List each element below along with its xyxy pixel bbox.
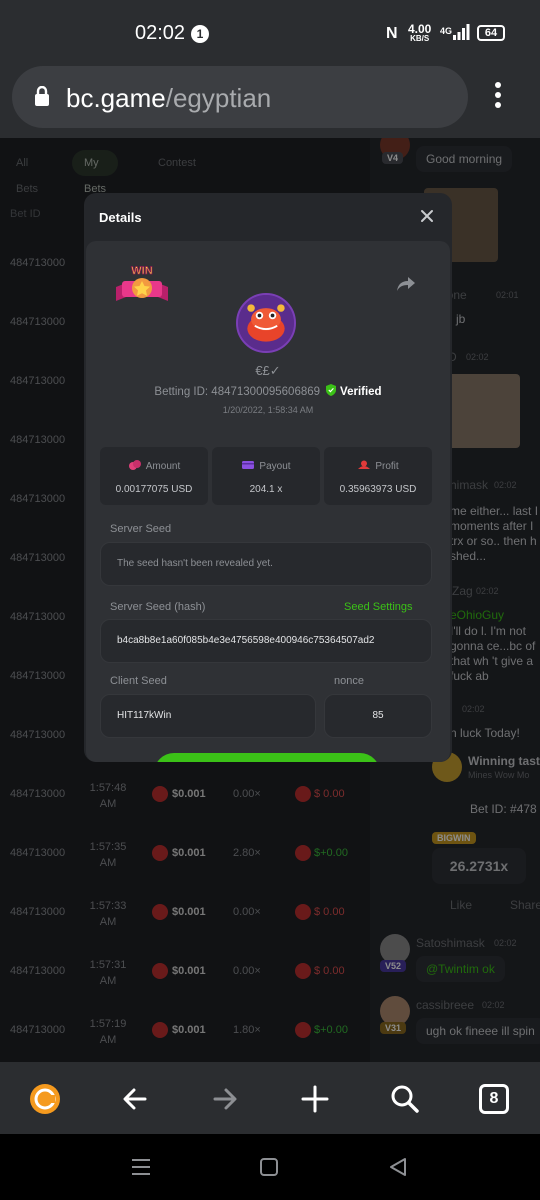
address-bar[interactable]: bc.game/egyptian [12,66,468,128]
amount-stat: Amount 0.00177075 USD [100,447,208,505]
amount-stat-label: Amount [100,460,208,472]
server-seed-label: Server Seed [110,523,172,535]
battery-icon: 64 [477,25,505,41]
profit-stat-value: 0.35963973 USD [339,484,417,495]
network-type: 4G [440,26,453,36]
signal-icon [453,24,470,40]
speed-unit: KB/S [410,34,430,43]
bet-date: 1/20/2022, 1:58:34 AM [222,405,314,415]
tab-switcher-button[interactable]: 8 [479,1084,509,1114]
new-tab-plus-icon[interactable] [299,1083,331,1115]
brave-rewards-icon[interactable] [29,1083,61,1115]
system-navigation-bar [0,1134,540,1200]
win-badge-icon: WIN [116,265,168,301]
nonce-label: nonce [334,675,364,687]
back-icon[interactable] [388,1157,408,1177]
amount-stat-value: 0.00177075 USD [115,484,193,495]
currency-symbols: €£✓ [255,363,281,378]
network-speed: 4.00 KB/S [408,23,431,44]
nonce-field[interactable]: 85 [324,694,432,738]
share-icon[interactable] [396,275,416,293]
url-host: bc.game [66,83,166,113]
betting-id-text: Betting ID: 48471300095606869 [154,386,321,398]
svg-text:WIN: WIN [131,265,152,277]
forward-arrow-icon [213,1088,237,1110]
status-bar: 02:02 1 N 4.00 KB/S 4G 64 [0,0,540,64]
modal-title: Details [99,210,142,225]
search-icon[interactable] [389,1083,421,1115]
server-seed-field: The seed hasn't been revealed yet. [100,542,432,586]
betting-id: Betting ID: 48471300095606869 Verified [86,384,450,398]
overflow-menu-icon[interactable] [490,82,506,112]
server-seed-hash-label: Server Seed (hash) [110,601,206,613]
back-arrow-icon[interactable] [119,1083,151,1115]
recent-apps-icon[interactable] [130,1157,152,1177]
lock-icon [35,86,49,106]
profit-stat-label: Profit [324,460,432,472]
seed-settings-link[interactable]: Seed Settings [344,601,413,613]
browser-toolbar: bc.game/egyptian [0,64,540,138]
browser-bottom-bar: 8 [0,1062,540,1134]
bet-details-card: WIN €£✓ Betting ID: 48471300095606869 Ver… [86,241,450,762]
coins-icon [128,460,141,470]
url-path: /egyptian [165,83,272,113]
nfc-icon: N [386,25,398,42]
url-text[interactable]: bc.game/egyptian [66,83,271,114]
verified-shield-icon [326,384,337,396]
details-modal: Details WIN €£✓ Betting ID: 484713000956… [84,193,452,762]
notification-badge: 1 [191,25,209,43]
profit-stat: Profit 0.35963973 USD [324,447,432,505]
game-avatar [236,293,296,353]
payout-stat-label: Payout [212,460,320,472]
profit-icon [358,460,371,469]
clock: 02:02 [135,22,186,44]
client-seed-field[interactable]: HIT117kWin [100,694,316,738]
close-icon[interactable] [418,207,436,225]
client-seed-label: Client Seed [110,675,167,687]
server-seed-hash-field[interactable]: b4ca8b8e1a60f085b4e3e4756598e400946c7536… [100,619,432,663]
verified-label: Verified [340,386,382,398]
payout-stat-value: 204.1 x [249,484,283,495]
verify-button[interactable] [154,753,380,762]
home-icon[interactable] [259,1157,279,1177]
payout-stat: Payout 204.1 x [212,447,320,505]
wallet-icon [242,461,255,469]
